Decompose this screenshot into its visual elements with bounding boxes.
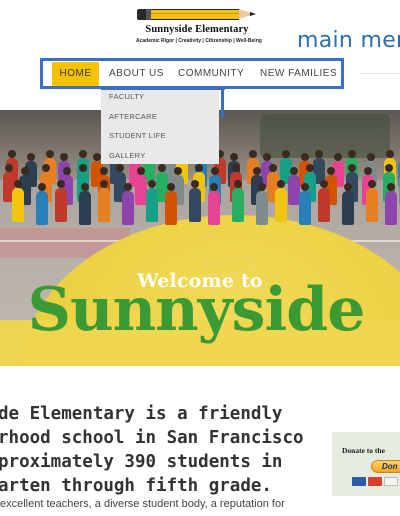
student-figure <box>385 183 397 225</box>
student-figure <box>189 180 201 222</box>
intro-line: rhood school in San Francisco <box>0 428 304 448</box>
intro-line: arten through fifth grade. <box>0 476 272 496</box>
student-figure <box>299 183 311 225</box>
hero-title: Sunnyside <box>27 275 366 345</box>
donate-label: Donate to the <box>342 446 385 455</box>
dropdown-outline <box>101 87 225 90</box>
student-figure <box>318 180 330 222</box>
student-figure <box>36 183 48 225</box>
student-figure <box>55 180 67 222</box>
student-figure <box>79 183 91 225</box>
nav-community[interactable]: COMMUNITY <box>178 62 244 86</box>
nav-new-families[interactable]: NEW FAMILIES <box>260 62 337 86</box>
student-figure <box>232 180 244 222</box>
student-figure <box>146 180 158 222</box>
dropdown-item-aftercare[interactable]: AFTERCARE <box>109 112 157 121</box>
nav-home[interactable]: HOME <box>52 62 99 86</box>
intro-heading: de Elementary is a friendly rhood school… <box>0 402 318 498</box>
header-divider <box>360 73 400 74</box>
intro-line: proximately 390 students in <box>0 452 283 472</box>
dropdown-outline-side <box>221 87 224 118</box>
student-figure <box>256 183 268 225</box>
nav-about-us[interactable]: ABOUT US <box>109 62 164 86</box>
logo-tagline: Academic Rigor | Creativity | Citizenshi… <box>136 38 262 44</box>
student-figure <box>208 183 220 225</box>
pencil-icon <box>137 8 257 21</box>
student-figure <box>98 180 110 222</box>
student-figure <box>165 183 177 225</box>
student-figure <box>275 180 287 222</box>
intro-line: de Elementary is a friendly <box>0 404 283 424</box>
school-logo[interactable]: Sunnyside Elementary Academic Rigor | Cr… <box>136 8 262 44</box>
student-figure <box>342 183 354 225</box>
intro-body: excellent teachers, a diverse student bo… <box>0 498 285 510</box>
dropdown-item-faculty[interactable]: FACULTY <box>109 92 144 101</box>
logo-name: Sunnyside Elementary <box>145 24 249 35</box>
dropdown-item-student-life[interactable]: STUDENT LIFE <box>109 131 166 140</box>
donate-button[interactable]: Don <box>371 460 400 473</box>
student-figure <box>122 183 134 225</box>
dropdown-item-gallery[interactable]: GALLERY <box>109 151 146 160</box>
student-figure <box>12 180 24 222</box>
student-figure <box>366 180 378 222</box>
main-menu-label: main men <box>297 28 400 53</box>
